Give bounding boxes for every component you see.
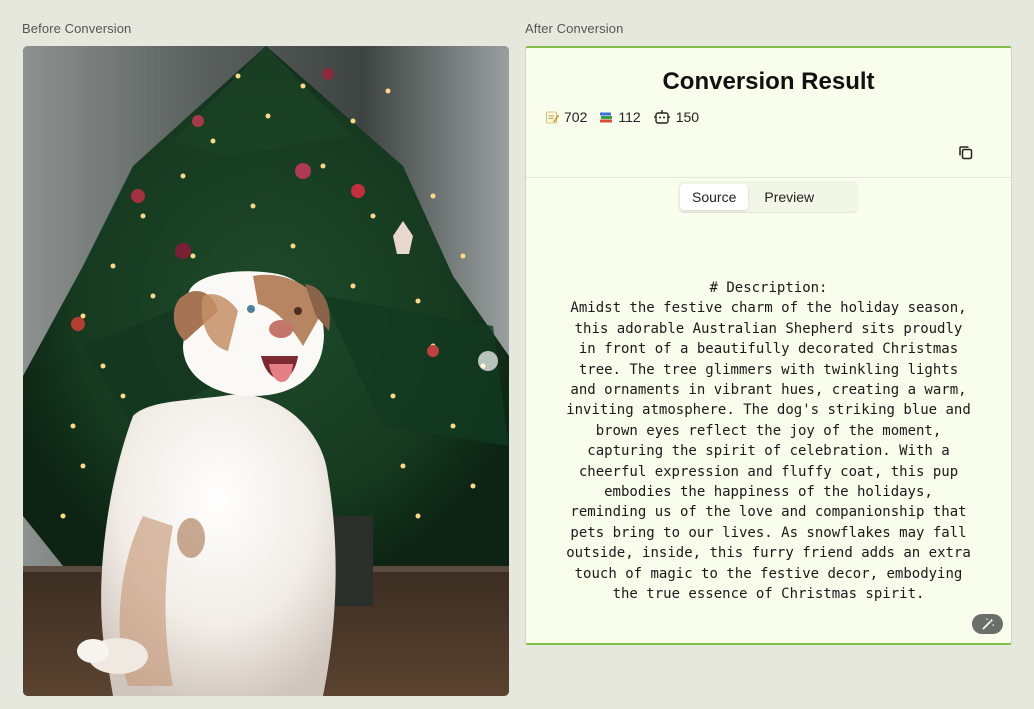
view-tabs: Source Preview bbox=[678, 181, 858, 213]
conversion-page: Before Conversion After Conversion Conve… bbox=[0, 0, 1034, 709]
tab-source[interactable]: Source bbox=[680, 183, 749, 210]
stats-bar: 702 112 150 bbox=[545, 109, 699, 125]
robot-icon bbox=[653, 109, 671, 125]
copy-button[interactable] bbox=[956, 143, 976, 163]
before-conversion-label: Before Conversion bbox=[22, 21, 132, 36]
stat-memo: 702 bbox=[545, 109, 587, 125]
stat-books-value: 112 bbox=[618, 109, 641, 125]
tab-preview[interactable]: Preview bbox=[752, 184, 826, 210]
header-divider bbox=[526, 177, 1011, 178]
magic-wand-button[interactable] bbox=[972, 614, 1003, 634]
stat-books: 112 bbox=[599, 109, 641, 125]
magic-wand-icon bbox=[982, 618, 994, 630]
dog-christmas-tree-image bbox=[23, 46, 509, 696]
conversion-result-panel: Conversion Result 702 112 150 Source Pre… bbox=[525, 46, 1012, 645]
books-icon bbox=[599, 110, 613, 124]
stat-robot: 150 bbox=[653, 109, 699, 125]
source-content: # Description: Amidst the festive charm … bbox=[566, 280, 971, 603]
stat-memo-value: 702 bbox=[564, 109, 588, 125]
stat-robot-value: 150 bbox=[675, 109, 700, 125]
source-photo bbox=[23, 46, 509, 696]
memo-icon bbox=[545, 110, 560, 124]
copy-icon bbox=[959, 146, 973, 160]
after-conversion-label: After Conversion bbox=[525, 21, 624, 36]
result-title: Conversion Result bbox=[662, 68, 875, 95]
